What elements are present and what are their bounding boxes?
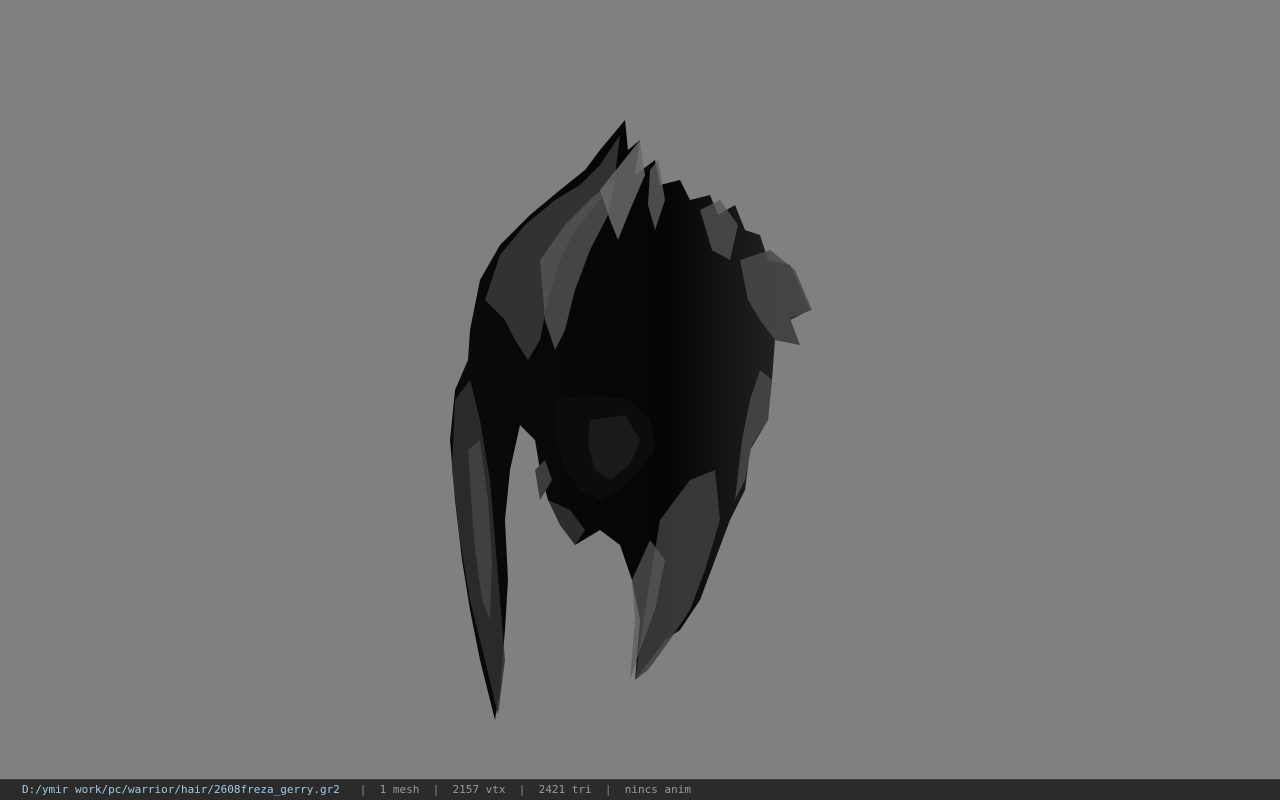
file-path-label: D:/ymir work/pc/warrior/hair/2608freza_g… [22, 783, 340, 796]
status-separator: | [518, 783, 526, 796]
vertex-count-label: 2157 vtx [452, 783, 506, 796]
status-separator: | [604, 783, 612, 796]
status-separator: | [432, 783, 440, 796]
status-separator: | [359, 783, 367, 796]
triangle-count-label: 2421 tri [538, 783, 592, 796]
3d-viewport[interactable] [0, 0, 1280, 779]
status-bar: D:/ymir work/pc/warrior/hair/2608freza_g… [0, 779, 1280, 800]
mesh-count-label: 1 mesh [379, 783, 420, 796]
hair-model [450, 120, 812, 720]
animation-label: nincs anim [624, 783, 691, 796]
